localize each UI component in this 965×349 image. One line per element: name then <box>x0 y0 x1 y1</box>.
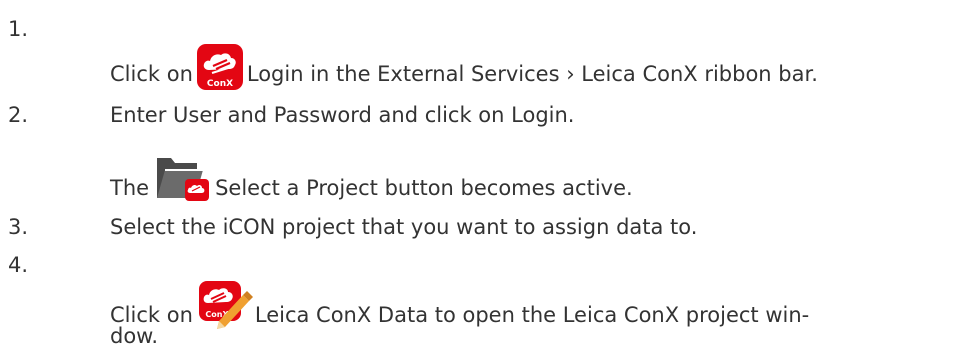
conx-data-edit-icon: ConX <box>195 279 253 333</box>
step-4-line: Click on ConX Leica ConX Data to open th… <box>110 281 810 343</box>
step-2-text: Enter User and Password and click on Log… <box>110 103 575 127</box>
step-number: 1. <box>8 17 29 41</box>
step-2-result-after: Select a Project button becomes active. <box>215 176 633 200</box>
select-project-folder-icon <box>155 152 211 202</box>
step-1-text-before: Click on <box>110 62 193 86</box>
step-number: 2. <box>8 103 29 127</box>
step-1-text-after: Login in the External Services › Leica C… <box>246 62 818 86</box>
step-4-continuation: dow. <box>110 324 159 348</box>
step-number: 3. <box>8 215 29 239</box>
step-3-text: Select the iCON project that you want to… <box>110 215 698 239</box>
step-4-text-after: Leica ConX Data to open the Leica ConX p… <box>254 303 810 327</box>
step-2-result-line: The Select a Project button becomes acti… <box>110 158 633 214</box>
conx-wordmark: ConX <box>207 79 233 89</box>
step-1-line: Click on ConX Login in the External Serv… <box>110 44 818 98</box>
step-2-result-before: The <box>110 176 150 200</box>
conx-login-icon: ConX <box>196 44 243 90</box>
step-number: 4. <box>8 253 29 277</box>
